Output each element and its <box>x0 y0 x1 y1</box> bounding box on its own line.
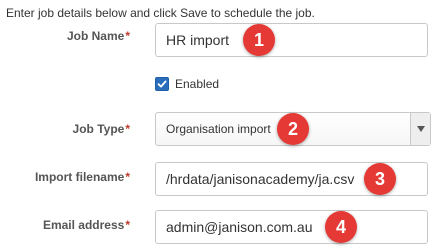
job-name-label: Job Name* <box>67 29 130 43</box>
required-marker: * <box>125 122 130 136</box>
form-instructions: Enter job details below and click Save t… <box>6 6 315 20</box>
import-filename-value: /hrdata/janisonacademy/ja.csv <box>166 171 355 187</box>
callout-badge-2: 2 <box>277 113 309 145</box>
checkmark-icon <box>157 80 167 88</box>
job-type-value: Organisation import <box>166 122 271 136</box>
caret-down-icon <box>416 126 425 132</box>
callout-badge-3: 3 <box>364 163 396 195</box>
import-filename-label-text: Import filename <box>34 170 125 184</box>
required-marker: * <box>125 170 130 184</box>
callout-badge-1: 1 <box>243 24 275 56</box>
job-type-label-text: Job Type <box>72 122 125 136</box>
job-type-label: Job Type* <box>73 122 130 136</box>
job-name-value: HR import <box>166 32 230 48</box>
enabled-checkbox[interactable] <box>155 77 169 91</box>
email-address-label-text: Email address <box>42 218 125 232</box>
email-address-input[interactable]: admin@janison.com.au <box>155 210 428 244</box>
email-address-label: Email address* <box>43 218 130 232</box>
enabled-toggle[interactable]: Enabled <box>155 77 219 91</box>
import-filename-label: Import filename* <box>35 170 130 184</box>
job-name-input[interactable]: HR import <box>155 23 428 57</box>
dropdown-arrow[interactable] <box>410 113 430 145</box>
email-address-value: admin@janison.com.au <box>166 219 313 235</box>
required-marker: * <box>125 29 130 43</box>
enabled-label: Enabled <box>175 77 220 91</box>
required-marker: * <box>125 218 130 232</box>
job-name-label-text: Job Name <box>66 29 125 43</box>
callout-badge-4: 4 <box>325 211 357 243</box>
